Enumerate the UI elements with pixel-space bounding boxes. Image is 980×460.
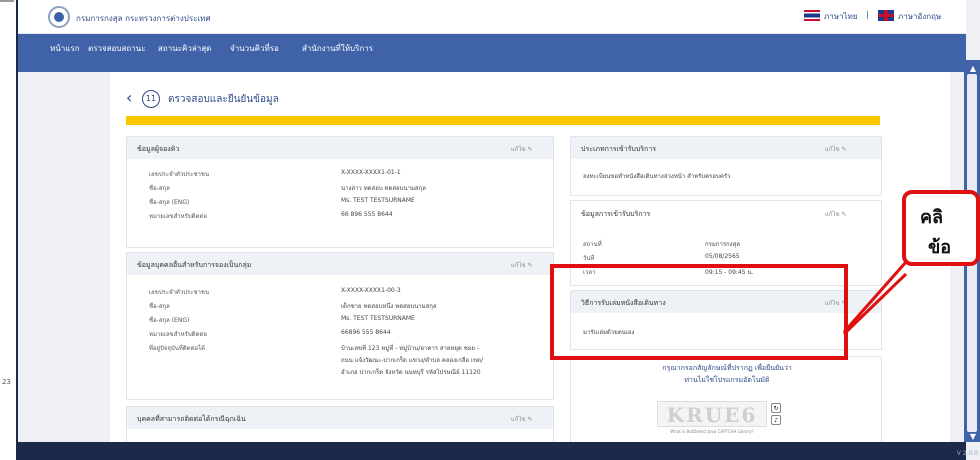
lang-separator: | [866,10,869,19]
screen: 23 กรมการกงสุล กระทรวงการต่างประเทศ ภาษา… [0,0,980,460]
browser-window: กรมการกงสุล กระทรวงการต่างประเทศ ภาษาไทย… [16,0,980,460]
row-label: เลขประจำตัวประชาชน [149,289,210,296]
edit-label: แก้ไข [511,262,526,269]
row-value: 05/08/2565 [705,253,740,260]
row-value: นางสาว ทดสอบ ทดสอบนามสกุล [341,185,426,192]
applicant-card-title: ข้อมูลผู้จองคิว [137,145,180,153]
row-label: ชื่อ-สกุล (ENG) [149,317,190,324]
group-edit-button[interactable]: แก้ไข ✎ [511,260,533,270]
row-label: ชื่อ-สกุล [149,185,170,192]
nav-offices[interactable]: สำนักงานที่ให้บริการ [302,42,373,55]
row-label: ชื่อ-สกุล [149,303,170,310]
nav-check-status[interactable]: ตรวจสอบสถานะ [88,42,145,55]
emergency-card-header: บุคคลที่สามารถติดต่อได้กรณีฉุกเฉิน แก้ไข… [127,407,553,429]
row-value: ถนน แจ้งวัฒนะ-ปากเกร็ด แขวง/ตำบล คลองเกล… [341,357,483,364]
scroll-up-icon[interactable]: ▲ [970,64,976,73]
lang-th-link[interactable]: ภาษาไทย [824,10,858,23]
nav-subbar [18,60,966,72]
captcha-card: กรุณากรอกสัญลักษณ์ที่ปรากฏ เพื่อยืนยันว่… [570,356,882,442]
group-member-card: ข้อมูลบุคคลอื่นสำหรับการจองเป็นกลุ่ม แก้… [126,252,554,400]
row-value: 66 896 555 8644 [341,211,393,218]
callout-line-2: ข้อ [928,237,952,258]
left-window-edge: 23 [0,0,16,460]
main-content: ‹ 11 ตรวจสอบและยืนยันข้อมูล ข้อมูลผู้จอง… [110,72,950,442]
main-nav: หน้าแรก ตรวจสอบสถานะ สถานะคิวล่าสุด จำนว… [18,34,966,60]
scroll-down-icon[interactable]: ▼ [970,432,976,441]
service-type-value: ลงทะเบียนขอทำหนังสือเดินทางล่วงหน้า สำหร… [583,173,731,180]
row-value: เด็กชาย ทดสอบหนึ่ง ทดสอบนามสกุล [341,303,437,310]
row-value: บ้านเลขที่ 123 หมู่ที่ - หมู่บ้าน/อาคาร … [341,345,479,352]
emergency-edit-button[interactable]: แก้ไข ✎ [511,414,533,424]
captcha-text: KRUE6 [657,401,767,427]
callout-box: คลิ ข้อ [902,190,980,266]
edit-label: แก้ไข [825,146,840,153]
row-label: วันที่ [583,255,595,262]
row-value: X-XXXX-XXXX1-01-1 [341,169,401,176]
edit-label: แก้ไข [511,146,526,153]
row-label: หมายเลขสำหรับติดต่อ [149,213,207,220]
audio-icon[interactable]: ♪ [771,415,781,425]
nav-home[interactable]: หน้าแรก [50,42,80,55]
row-label: สถานที่ [583,241,602,248]
row-value: กรมการกงสุล [705,241,740,248]
thai-flag-icon[interactable] [804,10,820,21]
service-type-card: ประเภทการเข้ารับบริการ แก้ไข ✎ ลงทะเบียน… [570,136,882,196]
row-value: อำเภอ ปากเกร็ด จังหวัด นนทบุรี รหัสไปรษณ… [341,369,481,376]
progress-bar [126,116,880,125]
highlight-box [550,264,848,360]
refresh-icon[interactable]: ↻ [771,403,781,413]
uk-flag-icon[interactable] [878,10,894,21]
row-label: หมายเลขสำหรับติดต่อ [149,331,207,338]
edit-label: แก้ไข [511,416,526,423]
step-number-badge: 11 [142,90,160,108]
service-type-header: ประเภทการเข้ารับบริการ แก้ไข ✎ [571,137,881,159]
applicant-edit-button[interactable]: แก้ไข ✎ [511,144,533,154]
callout-pointer [842,261,908,336]
bottom-band [18,442,966,460]
edge-mark: 23 [2,378,11,386]
row-value: 66896 555 8644 [341,329,391,336]
site-header: กรมการกงสุล กระทรวงการต่างประเทศ ภาษาไทย… [18,0,966,34]
page-title: ตรวจสอบและยืนยันข้อมูล [168,94,279,105]
row-label: ชื่อ-สกุล (ENG) [149,199,190,206]
applicant-card-header: ข้อมูลผู้จองคิว แก้ไข ✎ [127,137,553,159]
service-type-edit-button[interactable]: แก้ไข ✎ [825,144,847,154]
emergency-card-title: บุคคลที่สามารถติดต่อได้กรณีฉุกเฉิน [137,415,246,423]
row-label: ที่อยู่ปัจจุบันที่ติดต่อได้ [149,345,205,352]
ministry-logo-icon[interactable] [48,6,70,28]
applicant-card: ข้อมูลผู้จองคิว แก้ไข ✎ เลขประจำตัวประชา… [126,136,554,248]
captcha-caption[interactable]: What is BotDetect Java CAPTCHA Library? [657,429,767,434]
row-value: X-XXXX-XXXX1-00-3 [341,287,401,294]
row-value: Ms. TEST TESTSURNAME [341,315,415,322]
row-value: Ms. TEST TESTSURNAME [341,197,415,204]
row-label: เลขประจำตัวประชาชน [149,171,210,178]
callout-line-1: คลิ [920,207,944,228]
nav-latest-queue[interactable]: สถานะคิวล่าสุด [158,42,211,55]
edge-bar [0,0,14,2]
site-title[interactable]: กรมการกงสุล กระทรวงการต่างประเทศ [76,12,211,25]
emergency-card: บุคคลที่สามารถติดต่อได้กรณีฉุกเฉิน แก้ไข… [126,406,554,442]
back-chevron-icon[interactable]: ‹ [126,88,132,107]
lang-en-link[interactable]: ภาษาอังกฤษ [898,10,941,23]
edit-label: แก้ไข [825,211,840,218]
group-card-title: ข้อมูลบุคคลอื่นสำหรับการจองเป็นกลุ่ม [137,261,252,269]
service-type-title: ประเภทการเข้ารับบริการ [581,145,656,153]
captcha-instruction: กรุณากรอกสัญลักษณ์ที่ปรากฏ เพื่อยืนยันว่… [662,364,792,372]
version-label: V 2.0.0 [956,450,978,457]
captcha-instruction-2: ท่านไม่ใช่โปรแกรมอัตโนมัติ [684,376,770,384]
captcha-image: KRUE6 ↻ ♪ What is BotDetect Java CAPTCHA… [657,401,787,437]
service-info-title: ข้อมูลการเข้ารับบริการ [581,210,651,218]
nav-waiting-count[interactable]: จำนวนคิวที่รอ [230,42,279,55]
service-info-edit-button[interactable]: แก้ไข ✎ [825,209,847,219]
group-card-header: ข้อมูลบุคคลอื่นสำหรับการจองเป็นกลุ่ม แก้… [127,253,553,275]
